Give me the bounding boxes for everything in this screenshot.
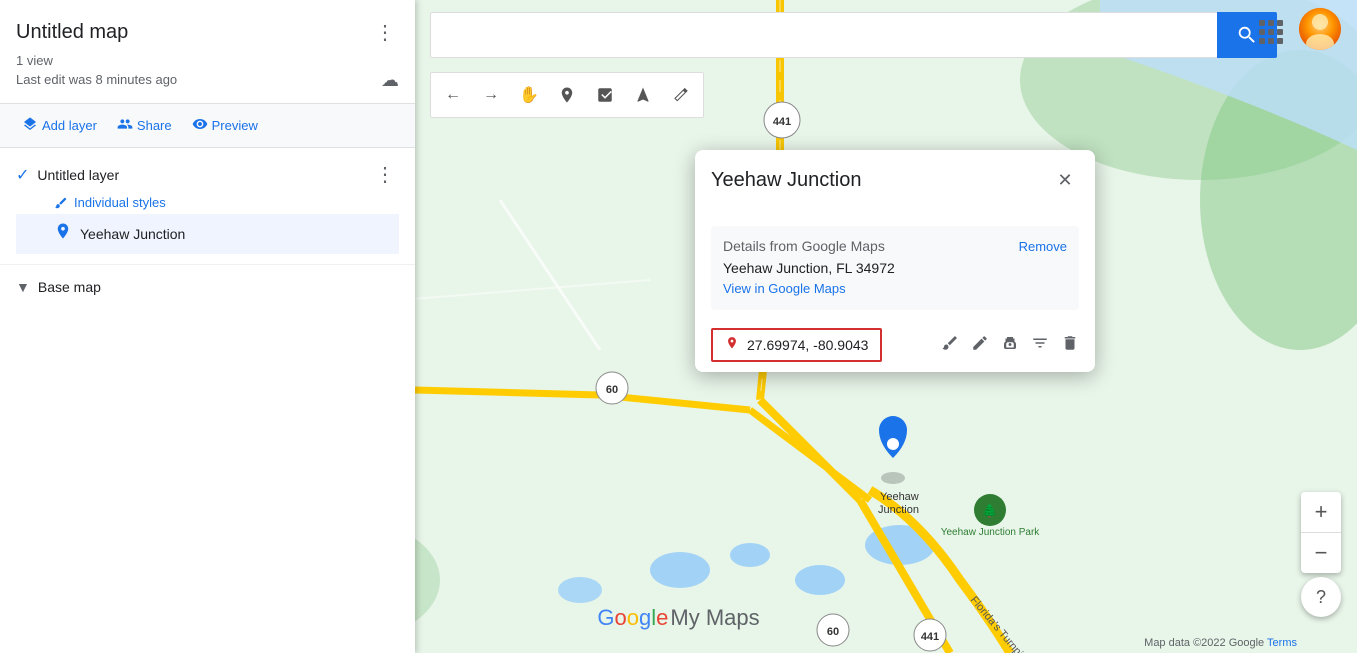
base-map-arrow-icon: ▼ — [16, 279, 30, 295]
avatar[interactable] — [1299, 8, 1341, 50]
search-input[interactable] — [430, 12, 1217, 58]
apps-dot — [1259, 29, 1265, 35]
sidebar-header: Untitled map ⋮ 1 view Last edit was 8 mi… — [0, 0, 415, 104]
layer-style[interactable]: Individual styles — [16, 191, 399, 214]
layer-item: ✓ Untitled layer ⋮ Individual styles Yee… — [0, 148, 415, 265]
layer-menu-button[interactable]: ⋮ — [371, 158, 399, 191]
terms-link[interactable]: Terms — [1267, 637, 1297, 649]
layer-style-label: Individual styles — [74, 195, 166, 210]
popup-remove-button[interactable]: Remove — [1019, 239, 1067, 254]
apps-dot — [1268, 20, 1274, 26]
redo-button[interactable]: → — [473, 77, 509, 113]
attribution-text: Map data ©2022 Google — [1144, 637, 1264, 649]
svg-text:Junction: Junction — [878, 504, 919, 516]
filter-icon[interactable] — [1031, 334, 1049, 357]
popup-action-icons — [941, 334, 1079, 357]
zoom-controls: + − — [1301, 492, 1341, 573]
share-label: Share — [137, 118, 172, 133]
search-bar — [430, 12, 1277, 58]
delete-icon[interactable] — [1061, 334, 1079, 357]
svg-text:Yeehaw Junction Park: Yeehaw Junction Park — [941, 527, 1041, 538]
base-map-item[interactable]: ▼ Base map — [0, 265, 415, 309]
photo-icon[interactable] — [1001, 334, 1019, 357]
popup-coordinates: 27.69974, -80.9043 — [747, 337, 868, 353]
marker-button[interactable] — [549, 77, 585, 113]
layers-section: ✓ Untitled layer ⋮ Individual styles Yee… — [0, 148, 415, 653]
avatar-image — [1299, 8, 1341, 50]
popup-address: Yeehaw Junction, FL 34972 — [723, 260, 1067, 276]
sidebar-actions: Add layer Share Preview — [0, 104, 415, 148]
add-layer-icon — [22, 116, 38, 135]
coords-pin-icon — [725, 336, 739, 354]
add-layer-button[interactable]: Add layer — [16, 112, 103, 139]
zoom-out-button[interactable]: − — [1301, 533, 1341, 573]
share-icon — [117, 116, 133, 135]
pan-button[interactable]: ✋ — [511, 77, 547, 113]
direction-button[interactable] — [625, 77, 661, 113]
apps-grid-button[interactable] — [1253, 14, 1289, 50]
preview-button[interactable]: Preview — [186, 112, 264, 139]
info-popup: Yeehaw Junction ✕ Details from Google Ma… — [695, 150, 1095, 372]
svg-text:60: 60 — [827, 626, 839, 638]
popup-coords-row: 27.69974, -80.9043 — [695, 318, 1095, 372]
apps-dot — [1277, 29, 1283, 35]
edit-icon[interactable] — [971, 334, 989, 357]
popup-title: Yeehaw Junction — [711, 169, 862, 192]
share-button[interactable]: Share — [111, 112, 178, 139]
popup-close-button[interactable]: ✕ — [1051, 166, 1079, 194]
map-title: Untitled map — [16, 21, 128, 44]
add-layer-label: Add layer — [42, 118, 97, 133]
apps-dot — [1268, 38, 1274, 44]
map-menu-button[interactable]: ⋮ — [371, 16, 399, 49]
measure-button[interactable] — [663, 77, 699, 113]
sidebar: Untitled map ⋮ 1 view Last edit was 8 mi… — [0, 0, 415, 653]
google-mymaps-logo: Google My Maps — [597, 605, 759, 631]
apps-dot — [1259, 20, 1265, 26]
place-pin-icon — [54, 222, 72, 246]
logo-text: Google — [597, 605, 668, 631]
apps-dot — [1277, 38, 1283, 44]
preview-label: Preview — [212, 118, 258, 133]
individual-styles-icon — [54, 196, 68, 210]
svg-text:Yeehaw: Yeehaw — [880, 491, 919, 503]
preview-icon — [192, 116, 208, 135]
mymaps-text: My Maps — [670, 605, 759, 631]
popup-details-section: Details from Google Maps Remove Yeehaw J… — [711, 226, 1079, 310]
base-map-label: Base map — [38, 279, 101, 295]
draw-line-button[interactable] — [587, 77, 623, 113]
svg-text:🌲: 🌲 — [982, 503, 998, 518]
save-cloud-icon[interactable]: ☁ — [381, 70, 399, 91]
help-button[interactable]: ? — [1301, 577, 1341, 617]
svg-text:60: 60 — [606, 384, 618, 396]
coords-box: 27.69974, -80.9043 — [711, 328, 882, 362]
layer-checkbox-icon[interactable]: ✓ — [16, 165, 29, 185]
map-last-edit: Last edit was 8 minutes ago — [16, 72, 177, 87]
map-attribution: Map data ©2022 Google Terms — [1144, 637, 1297, 649]
apps-dot — [1277, 20, 1283, 26]
map-view-count: 1 view — [16, 53, 399, 68]
undo-button[interactable]: ← — [435, 77, 471, 113]
place-item[interactable]: Yeehaw Junction — [16, 214, 399, 254]
svg-text:441: 441 — [773, 116, 791, 128]
apps-dot — [1268, 29, 1274, 35]
paint-icon[interactable] — [941, 334, 959, 357]
layer-name: Untitled layer — [37, 167, 119, 183]
apps-dot — [1259, 38, 1265, 44]
zoom-in-button[interactable]: + — [1301, 492, 1341, 532]
popup-header: Yeehaw Junction ✕ — [695, 150, 1095, 202]
popup-details-title: Details from Google Maps — [723, 238, 885, 254]
place-name: Yeehaw Junction — [80, 226, 185, 242]
svg-text:441: 441 — [921, 631, 939, 643]
map-toolbar: ← → ✋ — [430, 72, 704, 118]
popup-maps-link[interactable]: View in Google Maps — [723, 281, 846, 296]
